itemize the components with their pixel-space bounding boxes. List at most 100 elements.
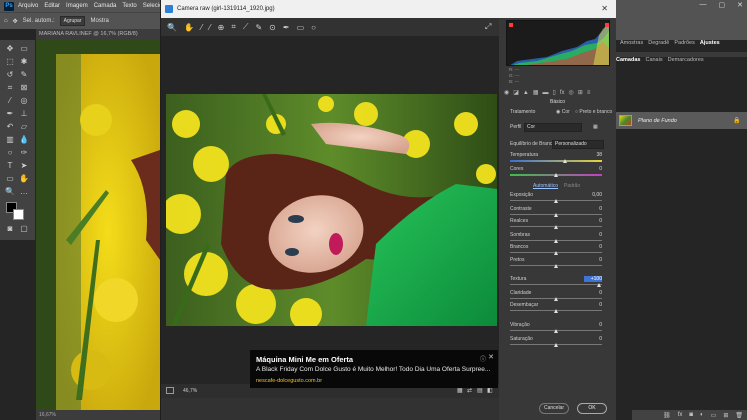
ok-button[interactable]: OK — [577, 403, 607, 414]
menu-camada[interactable]: Camada — [94, 3, 117, 9]
dodge-icon[interactable]: ○ — [4, 148, 16, 158]
ad-url[interactable]: nescafe-dolcegusto.com.br — [256, 378, 322, 384]
copy-settings-icon[interactable]: ▤ — [477, 387, 483, 394]
mask-icon[interactable]: ◙ — [689, 412, 693, 418]
frame-icon[interactable]: ⊠ — [18, 83, 30, 93]
red-eye-icon[interactable]: ⊙ — [269, 23, 276, 32]
layer-row[interactable] — [616, 112, 747, 129]
swap-icon[interactable]: ⇄ — [467, 387, 472, 394]
tab-transform-icon[interactable]: fx — [560, 90, 565, 96]
color-sampler-icon[interactable]: ⁄ — [209, 23, 210, 32]
stamp-icon[interactable]: ⊥ — [18, 109, 30, 119]
minimize-icon[interactable]: — — [700, 1, 707, 9]
default-tone-link[interactable]: Padrão — [564, 183, 580, 189]
brush-icon[interactable]: ✒ — [4, 109, 16, 119]
straighten-icon[interactable]: ⟋ — [243, 22, 249, 32]
slider-thumb[interactable] — [553, 173, 558, 177]
move-tool-icon[interactable]: ✥ — [13, 18, 18, 25]
auto-select-checkbox[interactable]: Sel. autom.: — [23, 18, 55, 24]
slider-value[interactable]: 0 — [584, 206, 602, 212]
tab-detail-icon[interactable]: ▲ — [523, 90, 529, 96]
close-icon[interactable]: ✕ — [601, 0, 608, 18]
close-window-icon[interactable]: ✕ — [737, 1, 743, 9]
tab-degrade[interactable]: Degradê — [648, 40, 669, 46]
path-select-icon[interactable]: ➤ — [18, 161, 30, 171]
slider-value[interactable]: 38 — [584, 152, 602, 158]
slider-value[interactable]: 0 — [584, 166, 602, 172]
menu-texto[interactable]: Texto — [122, 3, 136, 9]
auto-tone-link[interactable]: Automático — [533, 183, 558, 189]
show-transform-checkbox[interactable]: Mostra — [90, 18, 108, 24]
magic-wand-icon[interactable]: ✱ — [18, 57, 30, 67]
slider-thumb[interactable] — [553, 199, 558, 203]
slider-value[interactable]: 0 — [584, 232, 602, 238]
spot-removal-icon[interactable]: ✎ — [255, 23, 262, 32]
fx-icon[interactable]: fx — [678, 412, 683, 418]
slider-track[interactable] — [510, 160, 602, 162]
tab-presets-icon[interactable]: ≡ — [587, 90, 591, 96]
eraser-icon[interactable]: ▱ — [18, 122, 30, 132]
ad-title[interactable]: Máquina Mini Me em Oferta — [256, 355, 353, 364]
menu-arquivo[interactable]: Arquivo — [18, 3, 38, 9]
eyedropper-icon[interactable]: ⁄ — [4, 96, 16, 106]
slider-thumb[interactable] — [562, 159, 567, 163]
blur-icon[interactable]: 💧 — [18, 135, 30, 145]
tab-padroes[interactable]: Padrões — [674, 40, 695, 46]
slider-value[interactable]: +100 — [584, 276, 602, 282]
screen-mode-icon[interactable]: ▢ — [18, 224, 30, 234]
profile-dropdown[interactable]: Cor — [524, 123, 582, 132]
pen-icon[interactable]: ✑ — [18, 148, 30, 158]
before-after-icon[interactable]: ▦ — [457, 387, 463, 394]
slider-value[interactable]: 0 — [584, 336, 602, 342]
slider-thumb[interactable] — [553, 343, 558, 347]
tab-lens-icon[interactable]: ▯ — [553, 89, 556, 96]
tab-calibration-icon[interactable]: ⊞ — [578, 89, 583, 96]
slider-value[interactable]: 0 — [584, 302, 602, 308]
quick-select-icon[interactable]: ✎ — [18, 70, 30, 80]
history-brush-icon[interactable]: ↶ — [4, 122, 16, 132]
tab-hsl-icon[interactable]: ▦ — [533, 89, 539, 96]
link-icon[interactable]: ⛓ — [663, 412, 671, 419]
cancel-button[interactable]: Cancelar — [539, 403, 569, 414]
move-icon[interactable]: ✥ — [4, 44, 16, 54]
quick-mask-icon[interactable]: ◙ — [4, 224, 16, 234]
ad-close-icon[interactable]: ✕ — [488, 353, 494, 361]
zoom-level[interactable]: 46,7% — [183, 388, 197, 394]
tab-effects-icon[interactable]: ◎ — [569, 89, 574, 96]
menu-editar[interactable]: Editar — [44, 3, 60, 9]
tab-ajustes[interactable]: Ajustes — [700, 40, 720, 46]
auto-select-dropdown[interactable]: Agrupar — [59, 16, 86, 26]
trash-icon[interactable]: 🗑 — [735, 412, 743, 419]
home-icon[interactable]: ⌂ — [4, 18, 8, 24]
tab-demarcadores[interactable]: Demarcadores — [668, 57, 704, 63]
lasso-icon[interactable]: ↺ — [4, 70, 16, 80]
group-icon[interactable]: ▭ — [711, 412, 717, 419]
crop-tool-icon[interactable]: ⌗ — [231, 22, 236, 32]
slider-value[interactable]: 0 — [584, 218, 602, 224]
tab-amostras[interactable]: Amostras — [620, 40, 643, 46]
slider-thumb[interactable] — [553, 239, 558, 243]
document-tab[interactable]: MARIANA RAVLINEF @ 16,7% (RGB/8) — [36, 29, 160, 40]
treatment-color-radio[interactable]: ◉ Cor — [556, 109, 570, 115]
ad-banner[interactable]: Máquina Mini Me em Oferta A Black Friday… — [250, 350, 498, 388]
slider-thumb[interactable] — [596, 283, 601, 287]
adjustment-icon[interactable]: ◐ — [700, 412, 704, 418]
menu-imagem[interactable]: Imagem — [66, 3, 88, 9]
slider-thumb[interactable] — [553, 329, 558, 333]
slider-value[interactable]: 0 — [584, 322, 602, 328]
slider-value[interactable]: 0 — [584, 290, 602, 296]
zoom-tool-icon[interactable]: 🔍 — [167, 23, 177, 32]
treatment-bw-radio[interactable]: ○ Preto e branco — [575, 109, 612, 115]
layer-name[interactable]: Plano de Fundo — [638, 118, 677, 124]
shape-icon[interactable]: ▭ — [4, 174, 16, 184]
gradient-icon[interactable]: ▥ — [4, 135, 16, 145]
document-canvas[interactable] — [36, 40, 160, 410]
maximize-icon[interactable]: ▢ — [719, 1, 726, 9]
white-balance-tool-icon[interactable]: ⁄ — [201, 23, 202, 32]
slider-thumb[interactable] — [553, 264, 558, 268]
adjustment-brush-icon[interactable]: ✒ — [283, 23, 290, 32]
tab-basic-icon[interactable]: ◉ — [504, 89, 509, 96]
tab-camadas[interactable]: Camadas — [616, 57, 640, 63]
toggle-icon[interactable]: ◧ — [487, 387, 493, 394]
artboard-icon[interactable]: ▭ — [18, 44, 30, 54]
